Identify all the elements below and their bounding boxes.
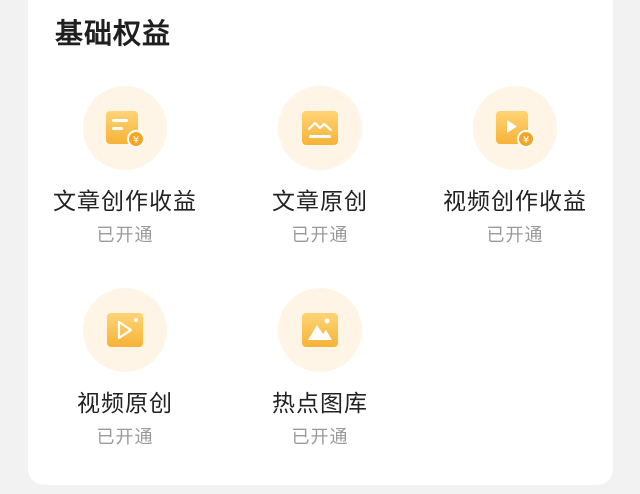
benefit-article-original[interactable]: 文章原创 已开通	[220, 86, 420, 249]
video-original-icon	[83, 288, 167, 372]
benefit-status: 已开通	[291, 225, 349, 246]
benefit-name: 视频创作收益	[443, 189, 587, 215]
benefit-name: 热点图库	[272, 391, 368, 417]
hot-gallery-icon	[278, 288, 362, 372]
benefit-status: 已开通	[291, 427, 349, 448]
benefit-name: 文章创作收益	[53, 189, 197, 215]
svg-text:¥: ¥	[523, 135, 529, 146]
benefit-video-income[interactable]: ¥ 视频创作收益 已开通	[415, 86, 615, 249]
benefit-status: 已开通	[96, 427, 154, 448]
benefit-video-original[interactable]: 视频原创 已开通	[25, 288, 225, 451]
benefit-hot-gallery[interactable]: 热点图库 已开通	[220, 288, 420, 451]
benefit-article-income[interactable]: ¥ 文章创作收益 已开通	[25, 86, 225, 249]
benefit-status: 已开通	[96, 225, 154, 246]
svg-text:¥: ¥	[133, 135, 139, 146]
video-income-icon: ¥	[473, 86, 557, 170]
article-original-icon	[278, 86, 362, 170]
benefit-name: 视频原创	[77, 391, 173, 417]
section-title: 基础权益	[55, 17, 172, 50]
article-income-icon: ¥	[83, 86, 167, 170]
benefit-status: 已开通	[486, 225, 544, 246]
benefit-name: 文章原创	[272, 189, 368, 215]
